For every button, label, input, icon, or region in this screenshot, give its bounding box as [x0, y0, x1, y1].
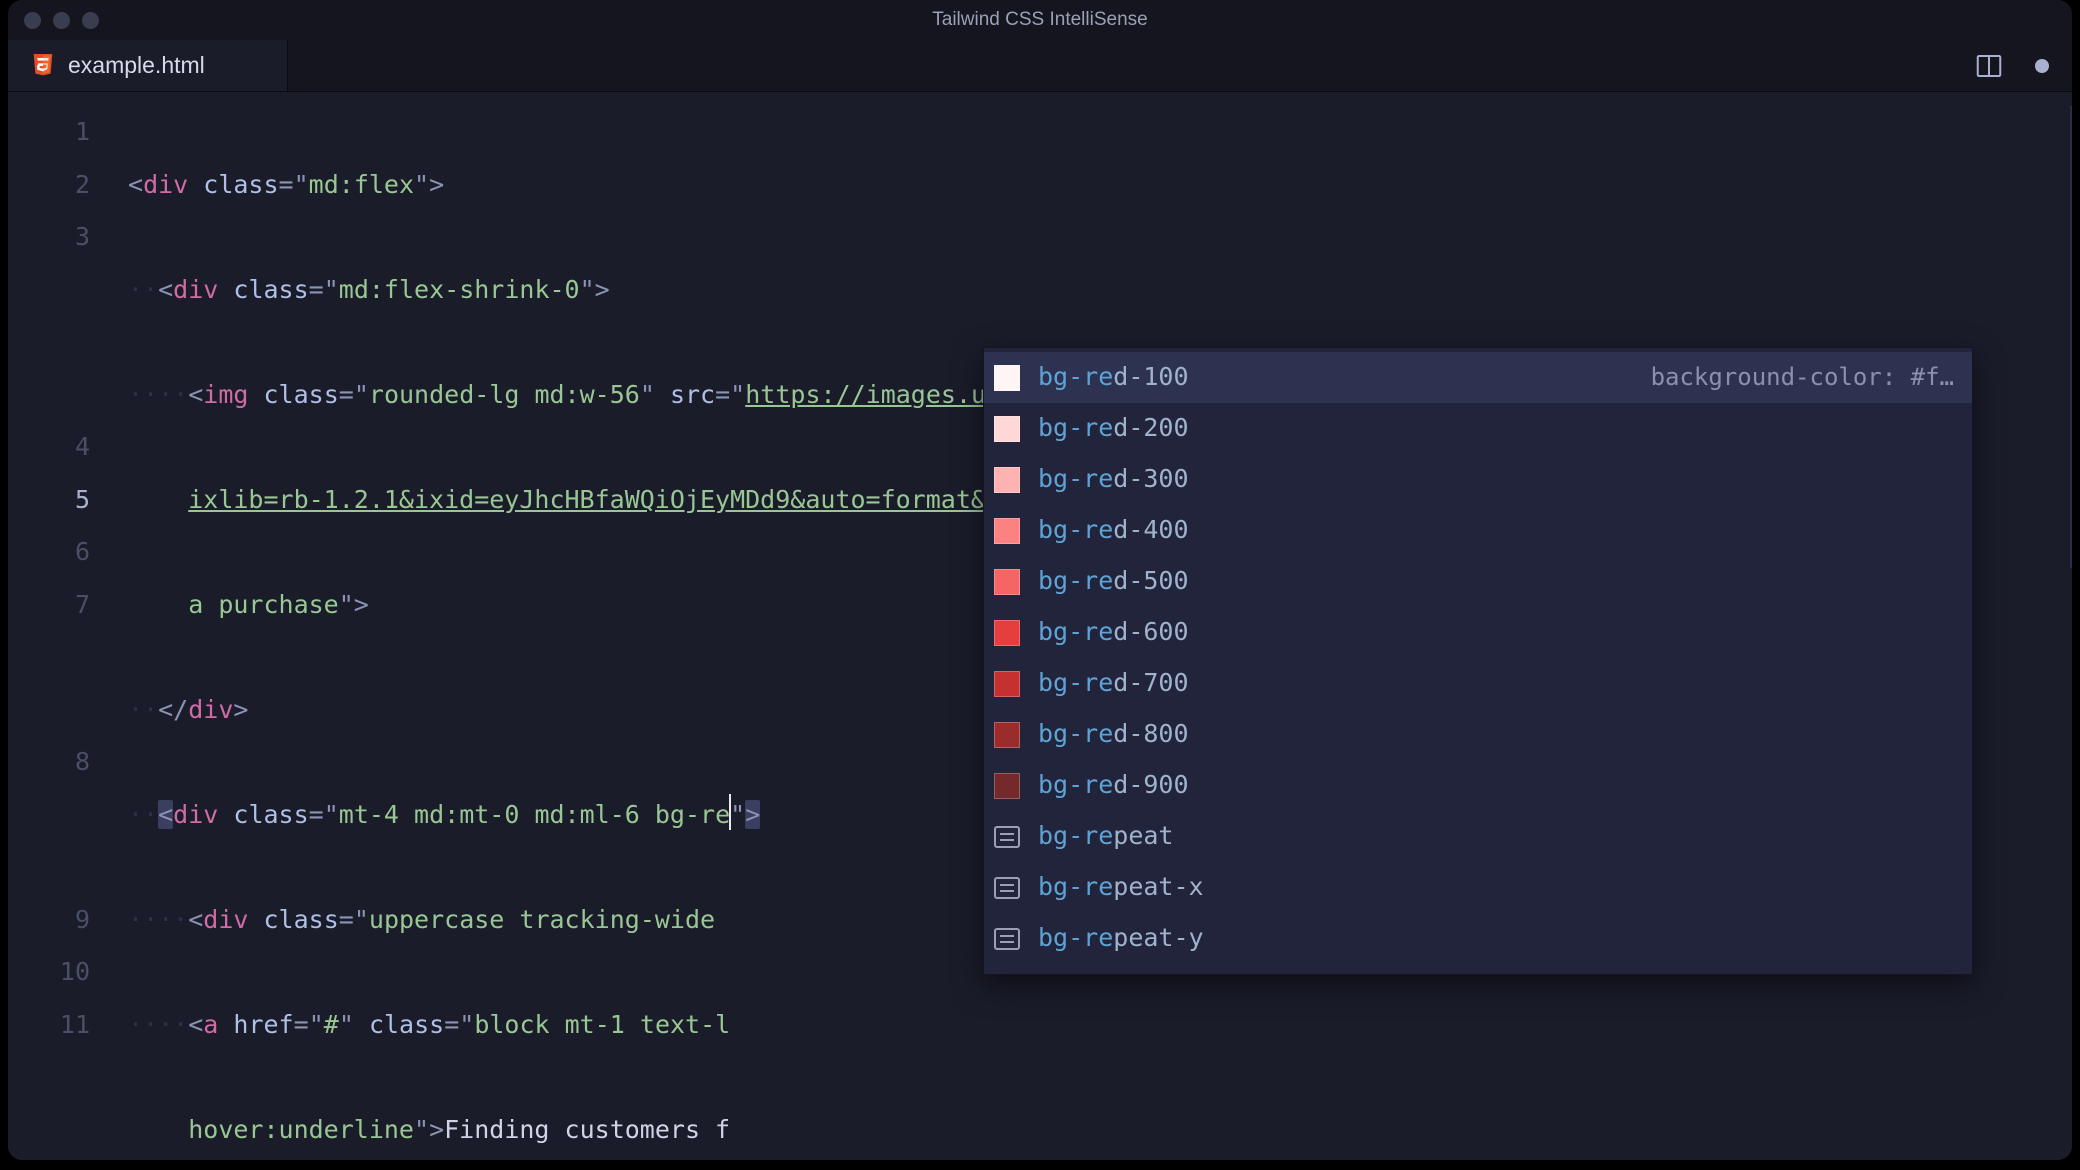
- line-number: 7: [8, 579, 90, 632]
- class-value: md:flex-shrink-0: [339, 275, 580, 304]
- code-editor[interactable]: 1 2 3 4 5 6 7 8 9 10 11 <div class="md:f…: [8, 92, 2072, 1160]
- autocomplete-label: bg-red-700: [1038, 657, 1189, 710]
- autocomplete-item[interactable]: bg-red-100 background-color: #f…: [984, 352, 1972, 403]
- autocomplete-item[interactable]: bg-red-600: [984, 607, 1972, 658]
- autocomplete-item[interactable]: bg-red-200: [984, 403, 1972, 454]
- class-value: block mt-1 text-l: [474, 1010, 730, 1039]
- enum-icon: [994, 928, 1020, 950]
- color-swatch-icon: [994, 671, 1020, 697]
- tab-bar: example.html: [8, 40, 2072, 92]
- minimap-scrollbar[interactable]: [2070, 106, 2072, 568]
- line-number: 10: [8, 946, 90, 999]
- autocomplete-item[interactable]: bg-repeat: [984, 811, 1972, 862]
- class-value: mt-4 md:mt-0 md:ml-6 bg-re: [339, 800, 730, 829]
- color-swatch-icon: [994, 416, 1020, 442]
- autocomplete-label: bg-repeat-x: [1038, 861, 1204, 914]
- line-number: [8, 631, 90, 736]
- color-swatch-icon: [994, 722, 1020, 748]
- autocomplete-item[interactable]: bg-red-900: [984, 760, 1972, 811]
- autocomplete-item[interactable]: bg-red-500: [984, 556, 1972, 607]
- color-swatch-icon: [994, 773, 1020, 799]
- autocomplete-label: bg-red-300: [1038, 453, 1189, 506]
- autocomplete-item[interactable]: bg-red-400: [984, 505, 1972, 556]
- class-value: uppercase tracking-wide: [369, 905, 730, 934]
- autocomplete-label: bg-repeat: [1038, 810, 1173, 863]
- titlebar[interactable]: Tailwind CSS IntelliSense: [8, 0, 2072, 40]
- autocomplete-item[interactable]: bg-red-700: [984, 658, 1972, 709]
- line-number: 9: [8, 894, 90, 947]
- line-number: [8, 789, 90, 894]
- autocomplete-label: bg-red-200: [1038, 402, 1189, 455]
- line-number: 8: [8, 736, 90, 789]
- enum-icon: [994, 877, 1020, 899]
- unsaved-indicator-icon[interactable]: [2032, 56, 2052, 76]
- autocomplete-label: bg-red-100: [1038, 351, 1189, 404]
- tab-example-html[interactable]: example.html: [8, 40, 288, 91]
- text-content: Finding customers f: [444, 1115, 730, 1144]
- color-swatch-icon: [994, 467, 1020, 493]
- split-editor-icon[interactable]: [1974, 51, 2004, 81]
- editor-window: Tailwind CSS IntelliSense example.html 1…: [8, 0, 2072, 1160]
- class-value: hover:underline: [188, 1115, 414, 1144]
- html5-icon: [32, 54, 54, 78]
- window-title: Tailwind CSS IntelliSense: [8, 9, 2072, 31]
- line-number: 3: [8, 211, 90, 264]
- color-swatch-icon: [994, 365, 1020, 391]
- line-number-gutter: 1 2 3 4 5 6 7 8 9 10 11: [8, 92, 128, 1160]
- line-number: 11: [8, 999, 90, 1052]
- color-swatch-icon: [994, 620, 1020, 646]
- autocomplete-label: bg-red-600: [1038, 606, 1189, 659]
- autocomplete-label: bg-red-800: [1038, 708, 1189, 761]
- code-area[interactable]: <div class="md:flex"> ··<div class="md:f…: [128, 92, 2072, 1160]
- autocomplete-item[interactable]: bg-repeat-x: [984, 862, 1972, 913]
- autocomplete-detail: background-color: #f…: [1651, 351, 1954, 404]
- class-value: rounded-lg md:w-56: [369, 380, 640, 409]
- autocomplete-item[interactable]: bg-repeat-y: [984, 913, 1972, 964]
- line-number: 5: [8, 474, 90, 527]
- line-number: [8, 264, 90, 422]
- autocomplete-item[interactable]: bg-red-800: [984, 709, 1972, 760]
- autocomplete-popup: bg-red-100 background-color: #f… bg-red-20…: [983, 347, 1973, 975]
- line-number: 2: [8, 159, 90, 212]
- autocomplete-label: bg-red-900: [1038, 759, 1189, 812]
- line-number: 1: [8, 106, 90, 159]
- class-value: md:flex: [309, 170, 414, 199]
- tab-filename: example.html: [68, 52, 205, 79]
- alt-text: a purchase: [188, 590, 339, 619]
- enum-icon: [994, 826, 1020, 848]
- line-number: 4: [8, 421, 90, 474]
- line-number: 6: [8, 526, 90, 579]
- autocomplete-label: bg-red-500: [1038, 555, 1189, 608]
- autocomplete-label: bg-red-400: [1038, 504, 1189, 557]
- color-swatch-icon: [994, 569, 1020, 595]
- autocomplete-item[interactable]: bg-red-300: [984, 454, 1972, 505]
- color-swatch-icon: [994, 518, 1020, 544]
- href-value: #: [324, 1010, 339, 1039]
- autocomplete-label: bg-repeat-y: [1038, 912, 1204, 965]
